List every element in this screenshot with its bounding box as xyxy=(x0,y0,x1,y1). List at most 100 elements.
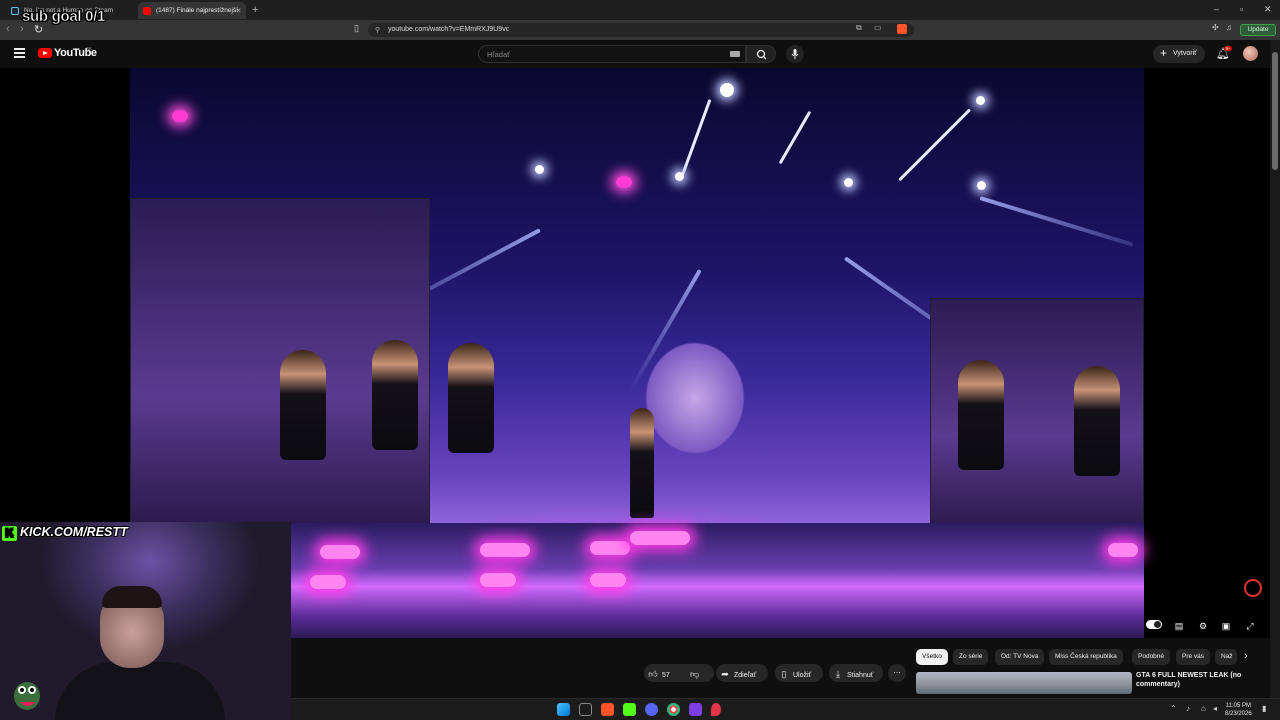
search-input[interactable]: Hľadať xyxy=(478,45,746,63)
floor-light xyxy=(590,573,626,587)
chip-similar[interactable]: Podobné xyxy=(1132,649,1171,665)
brave-icon[interactable] xyxy=(601,703,614,716)
stage-spotlight xyxy=(844,178,853,187)
stage-spotlight xyxy=(977,181,986,190)
stage-spotlight xyxy=(720,83,734,97)
location-pin-icon[interactable] xyxy=(711,703,721,716)
recommendation-title[interactable]: GTA 6 FULL NEWEST LEAK (no commentary) xyxy=(1136,671,1256,689)
more-icon: ⋯ xyxy=(893,670,901,677)
search-button[interactable] xyxy=(746,45,776,63)
browser-tab-bar: No, I'm not a Human on Steam (1487) Finá… xyxy=(0,0,1280,20)
keyboard-icon[interactable] xyxy=(730,51,740,57)
search-icon xyxy=(756,49,767,60)
volume-icon[interactable]: ◂ xyxy=(1213,704,1217,713)
fullscreen-icon[interactable]: ⤢ xyxy=(1243,621,1257,631)
chip-series[interactable]: Zo série xyxy=(953,649,989,665)
scrollbar-thumb[interactable] xyxy=(1272,52,1278,170)
url-field[interactable]: ⚲ youtube.com/watch?v=EMmRXJ9U9vc xyxy=(368,23,914,37)
streamer-body xyxy=(55,662,225,720)
kick-url-overlay: K KICK.COM/RESTT xyxy=(2,525,128,541)
brave-shield-icon[interactable] xyxy=(897,24,907,34)
tab-title: (1487) Finále najprestížnejší xyxy=(156,7,239,14)
menu-icon[interactable] xyxy=(14,48,25,58)
network-icon[interactable]: ⌂ xyxy=(1201,704,1206,713)
light-beam xyxy=(681,98,712,176)
system-clock[interactable]: 11:05 PM 8/23/2026 xyxy=(1225,702,1252,718)
mic-icon xyxy=(791,49,799,59)
floor-light xyxy=(480,573,516,587)
close-tab-icon[interactable]: × xyxy=(236,6,241,15)
save-icon: ▯ xyxy=(781,669,787,679)
extensions-icon[interactable]: ✣ xyxy=(1212,23,1219,32)
chrome-icon[interactable] xyxy=(667,703,680,716)
pink-light xyxy=(616,176,632,188)
pink-light xyxy=(172,110,188,122)
screen-face xyxy=(280,350,326,460)
stage-spotlight xyxy=(976,96,985,105)
site-info-icon[interactable]: ⚲ xyxy=(375,26,380,34)
dislike-icon[interactable]: 👎︎ xyxy=(690,669,699,680)
kick-app-icon[interactable] xyxy=(623,703,636,716)
recommendation-thumbnail[interactable] xyxy=(916,672,1132,694)
screen-face xyxy=(1074,366,1120,476)
notifications-badge: 9+ xyxy=(1224,46,1233,51)
light-beam xyxy=(628,269,702,393)
chip-tv-nova[interactable]: Od: TV Nova xyxy=(995,649,1045,665)
close-window-icon[interactable]: ✕ xyxy=(1264,4,1272,15)
maximize-icon[interactable]: ▫ xyxy=(1240,4,1243,14)
create-button[interactable]: + Vytvoriť xyxy=(1153,45,1205,63)
light-beam xyxy=(898,108,972,182)
obs-icon[interactable] xyxy=(689,703,702,716)
chip-miss-cr[interactable]: Miss Česká republika xyxy=(1049,649,1123,665)
stage-spotlight xyxy=(675,172,684,181)
media-icon[interactable]: ♫ xyxy=(1226,23,1232,32)
back-icon[interactable]: ‹ xyxy=(6,23,10,35)
new-tab-button[interactable]: + xyxy=(252,4,258,16)
browser-tab-youtube[interactable]: (1487) Finále najprestížnejší × xyxy=(138,2,246,19)
download-label: Stiahnuť xyxy=(847,672,874,679)
share-button[interactable]: ➦ Zdieľať xyxy=(716,664,768,682)
kick-logo-icon: K xyxy=(2,526,17,541)
page-scrollbar[interactable] xyxy=(1270,40,1280,698)
chip-all[interactable]: Všetko xyxy=(916,649,948,665)
download-button[interactable]: ⤓ Stiahnuť xyxy=(829,664,883,682)
more-actions-button[interactable]: ⋯ xyxy=(888,664,906,682)
mic-tray-icon[interactable]: ♪ xyxy=(1186,704,1190,713)
task-view-icon[interactable] xyxy=(579,703,592,716)
translate-icon[interactable]: ⧉ xyxy=(856,23,862,33)
floor-light xyxy=(630,531,690,545)
youtube-logo-icon[interactable] xyxy=(38,48,52,58)
streamer-hair xyxy=(102,586,162,608)
performer xyxy=(630,408,654,518)
floor-light xyxy=(1108,543,1138,557)
miniplayer-icon[interactable]: ▣ xyxy=(1219,621,1233,631)
voice-search-button[interactable] xyxy=(786,45,804,63)
cast-icon[interactable]: ▭ xyxy=(874,23,882,32)
chevron-right-icon[interactable]: › xyxy=(1244,650,1248,662)
light-beam xyxy=(979,196,1134,247)
floor-light xyxy=(320,545,360,559)
notification-center-icon[interactable]: ▮ xyxy=(1262,704,1266,713)
avatar[interactable] xyxy=(1243,46,1258,61)
bookmark-icon[interactable]: ▯ xyxy=(354,23,359,34)
save-button[interactable]: ▯ Uložiť xyxy=(775,664,823,682)
screen-face xyxy=(372,340,418,450)
save-label: Uložiť xyxy=(793,672,812,679)
autoplay-toggle[interactable] xyxy=(1146,620,1162,629)
settings-gear-icon[interactable]: ⚙ xyxy=(1196,621,1210,631)
like-count[interactable]: 57 xyxy=(662,672,670,679)
discord-icon[interactable] xyxy=(645,703,658,716)
chip-more[interactable]: Naž xyxy=(1215,649,1237,665)
region-code: SK xyxy=(86,46,93,51)
tray-chevron-icon[interactable]: ⌃ xyxy=(1170,704,1177,713)
start-icon[interactable] xyxy=(557,703,570,716)
like-icon[interactable]: 👍︎ xyxy=(644,669,662,680)
minimize-icon[interactable]: – xyxy=(1214,4,1219,14)
screen-face xyxy=(448,343,494,453)
clock-time: 11:05 PM xyxy=(1225,703,1251,709)
download-icon: ⤓ xyxy=(836,669,840,679)
chip-for-you[interactable]: Pre vás xyxy=(1176,649,1211,665)
subtitles-icon[interactable]: ▤ xyxy=(1172,621,1186,631)
update-button[interactable]: Update xyxy=(1240,24,1276,36)
share-label: Zdieľať xyxy=(734,672,757,679)
